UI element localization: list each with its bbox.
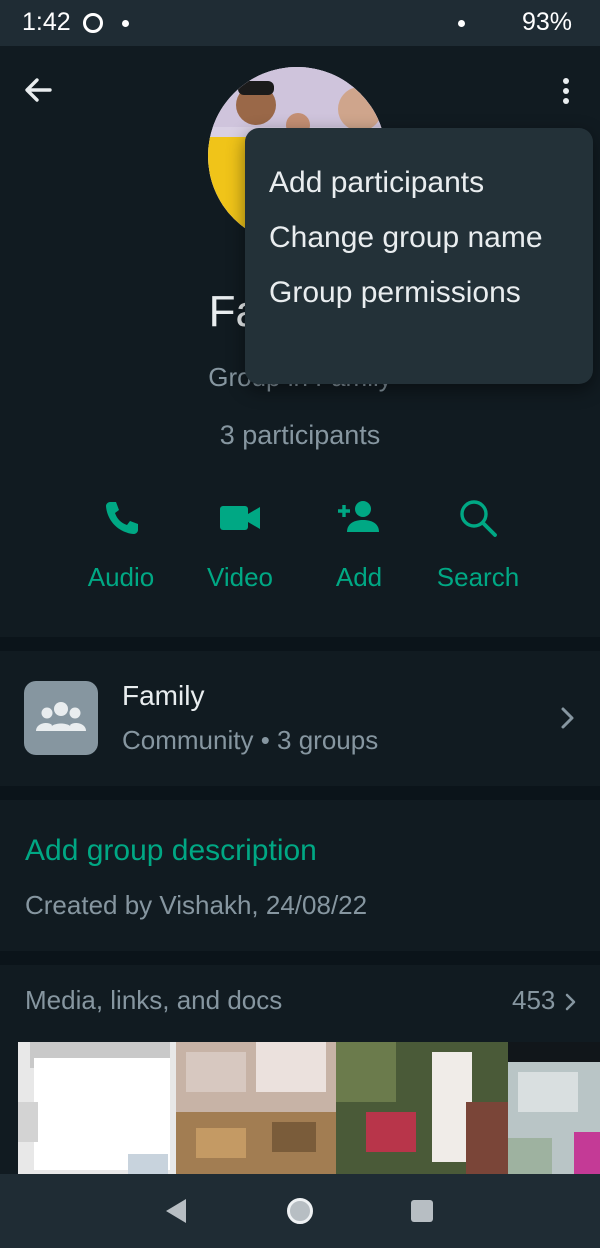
arrow-left-icon[interactable] <box>20 72 56 108</box>
add-person-icon <box>338 501 379 532</box>
add-participant-button[interactable]: Add <box>299 496 419 606</box>
video-camera-icon <box>220 506 260 530</box>
search-icon <box>460 500 497 537</box>
search-label: Search <box>436 562 520 592</box>
nav-home-icon[interactable] <box>287 1198 313 1224</box>
overflow-menu: Add participants Change group name Group… <box>245 128 593 384</box>
media-section-title[interactable]: Media, links, and docs <box>25 985 282 1016</box>
status-time: 1:42 <box>22 8 71 36</box>
status-bar: 1:42 93% <box>0 0 600 46</box>
battery-level: 93% <box>521 8 572 36</box>
community-name: Family <box>122 680 205 711</box>
video-call-button[interactable]: Video <box>180 496 300 606</box>
add-group-description-link[interactable]: Add group description <box>25 834 317 868</box>
media-thumbnail[interactable] <box>176 1042 336 1174</box>
video-label: Video <box>206 562 274 592</box>
section-divider <box>0 637 600 651</box>
add-label: Add <box>335 562 383 592</box>
search-button[interactable]: Search <box>418 496 538 606</box>
phone-icon <box>106 502 138 534</box>
section-divider <box>0 786 600 800</box>
created-by-text: Created by Vishakh, 24/08/22 <box>25 890 368 920</box>
chevron-right-icon <box>561 707 574 729</box>
media-count[interactable]: 453 <box>512 985 555 1016</box>
media-thumbnail[interactable] <box>18 1042 176 1174</box>
vertical-dots-icon[interactable] <box>556 76 576 106</box>
nav-recents-icon[interactable] <box>411 1200 433 1222</box>
community-meta: Community • 3 groups <box>122 725 379 755</box>
audio-call-button[interactable]: Audio <box>61 496 181 606</box>
participants-count: 3 participants <box>219 420 381 450</box>
media-thumbnail[interactable] <box>336 1042 508 1174</box>
nav-back-icon[interactable] <box>164 1197 188 1225</box>
chevron-right-icon[interactable] <box>565 993 577 1011</box>
media-thumbnail[interactable] <box>508 1042 600 1174</box>
alarm-clock-icon <box>83 13 103 33</box>
community-icon <box>24 681 98 755</box>
community-row[interactable] <box>0 652 600 786</box>
audio-label: Audio <box>87 562 155 592</box>
notification-dot-icon <box>122 20 129 27</box>
section-divider <box>0 951 600 965</box>
notification-dot-icon <box>458 20 465 27</box>
